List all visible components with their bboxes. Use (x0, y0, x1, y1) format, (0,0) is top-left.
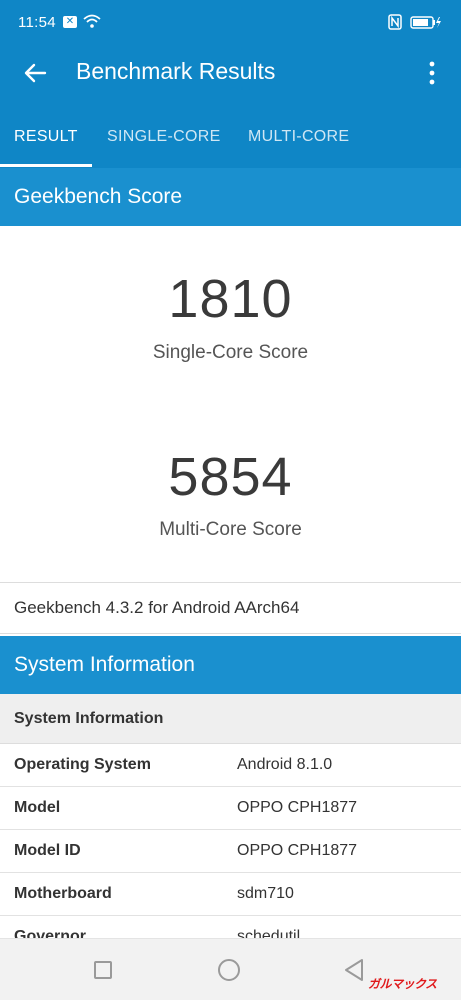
recents-square-icon[interactable] (94, 961, 112, 979)
geekbench-version: Geekbench 4.3.2 for Android AArch64 (0, 582, 461, 634)
system-information-header: System Information (0, 636, 461, 694)
tab-indicator (0, 164, 92, 167)
info-row-motherboard: Motherboard sdm710 (0, 873, 461, 916)
info-value: Android 8.1.0 (237, 756, 333, 773)
page-title: Benchmark Results (76, 58, 276, 84)
more-vert-icon[interactable] (420, 56, 444, 90)
geekbench-score-header: Geekbench Score (0, 168, 461, 226)
back-triangle-icon[interactable] (343, 958, 365, 982)
app-bar: Benchmark Results (0, 44, 461, 102)
arrow-back-icon[interactable] (20, 58, 50, 88)
nfc-icon (388, 14, 402, 30)
info-key: Operating System (14, 756, 151, 773)
mail-notification-icon: ✕ (63, 16, 77, 28)
score-panel: 1810 Single-Core Score 5854 Multi-Core S… (0, 226, 461, 580)
status-time: 11:54 (18, 14, 56, 31)
tab-result[interactable]: RESULT (14, 128, 78, 146)
info-key: Model (14, 799, 61, 816)
wifi-icon (83, 14, 101, 28)
info-row-model-id: Model ID OPPO CPH1877 (0, 830, 461, 873)
tab-single-core[interactable]: SINGLE-CORE (107, 128, 221, 146)
info-row-model: Model OPPO CPH1877 (0, 787, 461, 830)
info-row-operating-system: Operating System Android 8.1.0 (0, 744, 461, 787)
info-value: OPPO CPH1877 (237, 799, 358, 816)
home-circle-icon[interactable] (218, 959, 240, 981)
tab-bar: RESULT SINGLE-CORE MULTI-CORE (0, 102, 461, 168)
multi-core-label: Multi-Core Score (159, 519, 302, 540)
battery-charging-icon (410, 16, 441, 29)
tab-multi-core[interactable]: MULTI-CORE (248, 128, 349, 146)
single-core-label: Single-Core Score (152, 342, 309, 363)
info-key: Motherboard (14, 885, 112, 902)
info-value: OPPO CPH1877 (237, 842, 358, 859)
info-value: sdm710 (237, 885, 294, 902)
system-information-subheader: System Information (0, 694, 461, 744)
watermark-logo: ガルマックス (368, 977, 437, 991)
multi-core-score: 5854 (168, 447, 293, 507)
single-core-score: 1810 (168, 269, 293, 329)
status-bar: 11:54 ✕ (0, 0, 461, 44)
info-key: Model ID (14, 842, 81, 859)
